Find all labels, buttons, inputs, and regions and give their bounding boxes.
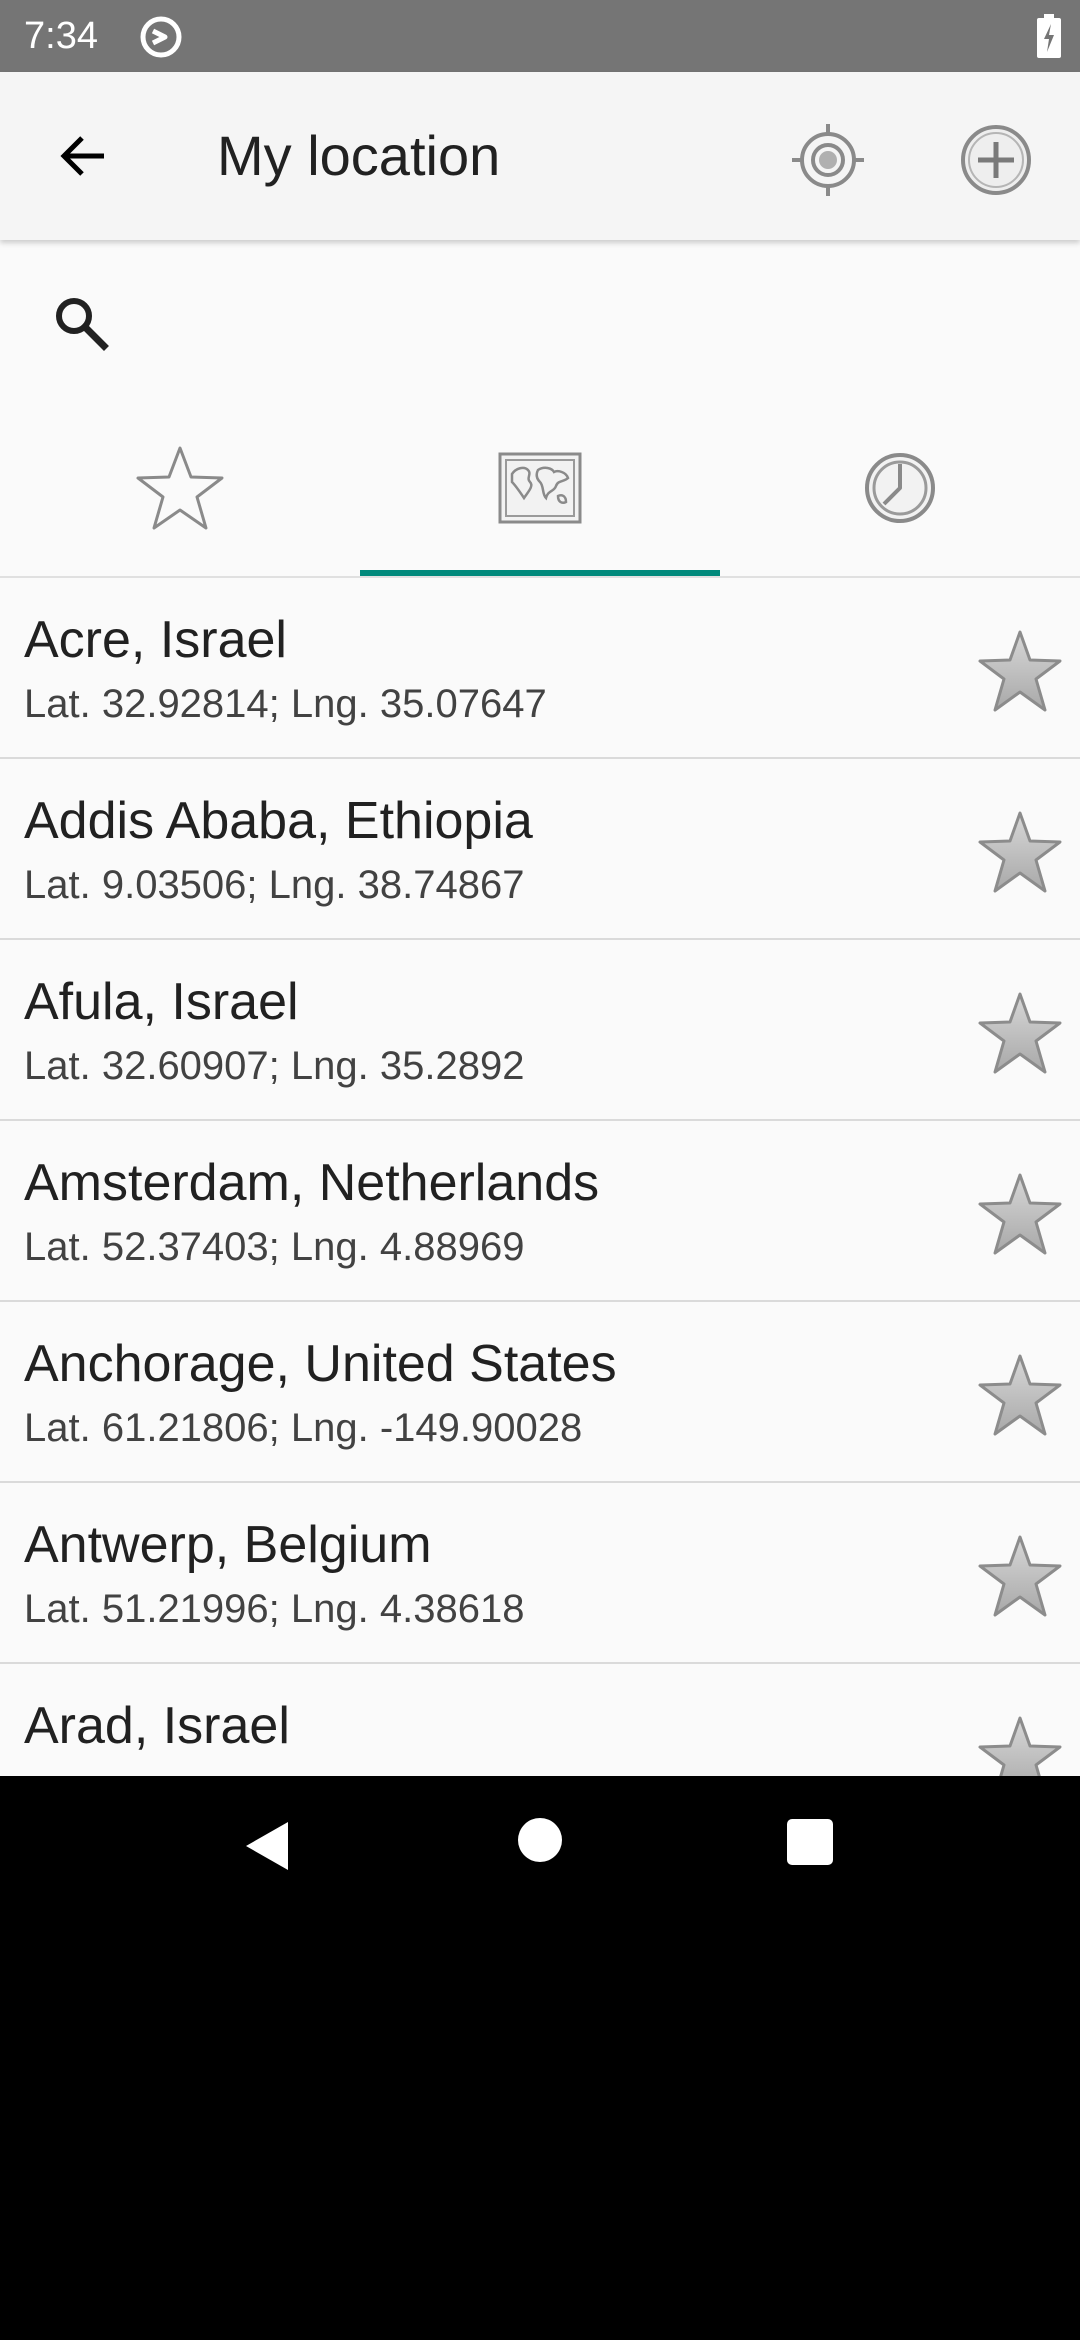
star-favorite-icon[interactable] <box>976 1171 1064 1259</box>
location-coords: Lat. 9.03506; Lng. 38.74867 <box>24 863 525 907</box>
location-name: Addis Ababa, Ethiopia <box>24 792 533 850</box>
add-circle-icon <box>961 125 1031 195</box>
location-coords: Lat. 32.92814; Lng. 35.07647 <box>24 682 547 726</box>
search-icon <box>56 298 109 351</box>
star-favorite-icon[interactable] <box>976 1352 1064 1440</box>
list-item[interactable]: Arad, Israel <box>0 1664 1080 1776</box>
tab-world[interactable] <box>360 400 720 576</box>
list-item[interactable]: Addis Ababa, Ethiopia Lat. 9.03506; Lng.… <box>0 759 1080 940</box>
list-item[interactable]: Anchorage, United States Lat. 61.21806; … <box>0 1302 1080 1483</box>
app-bar: My location <box>0 72 1080 240</box>
nav-back-icon[interactable] <box>240 1816 300 1876</box>
star-outline-icon <box>136 446 224 530</box>
tab-indicator <box>360 570 720 576</box>
world-map-icon <box>498 452 582 524</box>
location-name: Amsterdam, Netherlands <box>24 1154 600 1212</box>
locate-button[interactable] <box>784 116 872 204</box>
battery-charging-icon <box>1037 14 1061 58</box>
location-name: Arad, Israel <box>24 1697 290 1755</box>
star-favorite-icon[interactable] <box>976 809 1064 897</box>
tab-bar <box>0 400 1080 578</box>
location-coords: Lat. 32.60907; Lng. 35.2892 <box>24 1044 525 1088</box>
nav-home-icon[interactable] <box>518 1818 562 1862</box>
star-favorite-icon[interactable] <box>976 1533 1064 1621</box>
list-item[interactable]: Afula, Israel Lat. 32.60907; Lng. 35.289… <box>0 940 1080 1121</box>
location-coords: Lat. 52.37403; Lng. 4.88969 <box>24 1225 525 1269</box>
search-input[interactable] <box>140 280 1040 370</box>
page-title: My location <box>217 124 501 187</box>
location-coords: Lat. 61.21806; Lng. -149.90028 <box>24 1406 583 1450</box>
status-bar: 7:34 <box>0 0 1080 72</box>
location-name: Antwerp, Belgium <box>24 1516 432 1574</box>
location-coords: Lat. 51.21996; Lng. 4.38618 <box>24 1587 525 1631</box>
tab-favorites[interactable] <box>0 400 360 576</box>
location-name: Afula, Israel <box>24 973 299 1031</box>
back-button[interactable] <box>40 112 128 200</box>
sync-circle-icon <box>140 16 182 58</box>
star-favorite-icon[interactable] <box>976 990 1064 1078</box>
search-bar <box>0 240 1080 400</box>
location-name: Acre, Israel <box>24 611 287 669</box>
list-item[interactable]: Acre, Israel Lat. 32.92814; Lng. 35.0764… <box>0 578 1080 759</box>
arrow-back-icon <box>60 136 104 176</box>
list-item[interactable]: Antwerp, Belgium Lat. 51.21996; Lng. 4.3… <box>0 1483 1080 1664</box>
system-nav-bar <box>0 1776 1080 1916</box>
status-time: 7:34 <box>24 15 98 57</box>
location-list[interactable]: Acre, Israel Lat. 32.92814; Lng. 35.0764… <box>0 578 1080 1776</box>
star-favorite-icon[interactable] <box>976 628 1064 716</box>
nav-recents-icon[interactable] <box>787 1819 833 1865</box>
clock-icon <box>865 453 935 523</box>
list-item[interactable]: Amsterdam, Netherlands Lat. 52.37403; Ln… <box>0 1121 1080 1302</box>
add-location-button[interactable] <box>952 116 1040 204</box>
tab-recent[interactable] <box>720 400 1080 576</box>
star-favorite-icon[interactable] <box>976 1714 1064 1776</box>
location-name: Anchorage, United States <box>24 1335 617 1393</box>
crosshair-icon <box>792 124 864 196</box>
